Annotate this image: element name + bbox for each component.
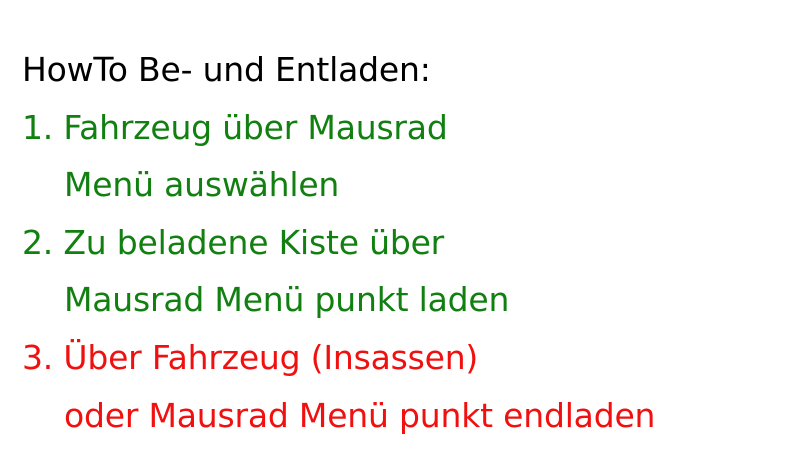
step-2-line-1: 2. Zu beladene Kiste über	[22, 223, 445, 262]
step-2-line-2: Mausrad Menü punkt laden	[64, 280, 510, 319]
step-1-line-1: 1. Fahrzeug über Mausrad	[22, 108, 448, 147]
step-3-line-2: oder Mausrad Menü punkt endladen	[64, 396, 656, 435]
howto-slide: HowTo Be- und Entladen: 1. Fahrzeug über…	[0, 0, 800, 474]
step-3-line-1: 3. Über Fahrzeug (Insassen)	[22, 338, 479, 377]
step-1-line-2: Menü auswählen	[64, 165, 340, 204]
heading: HowTo Be- und Entladen:	[22, 50, 431, 89]
